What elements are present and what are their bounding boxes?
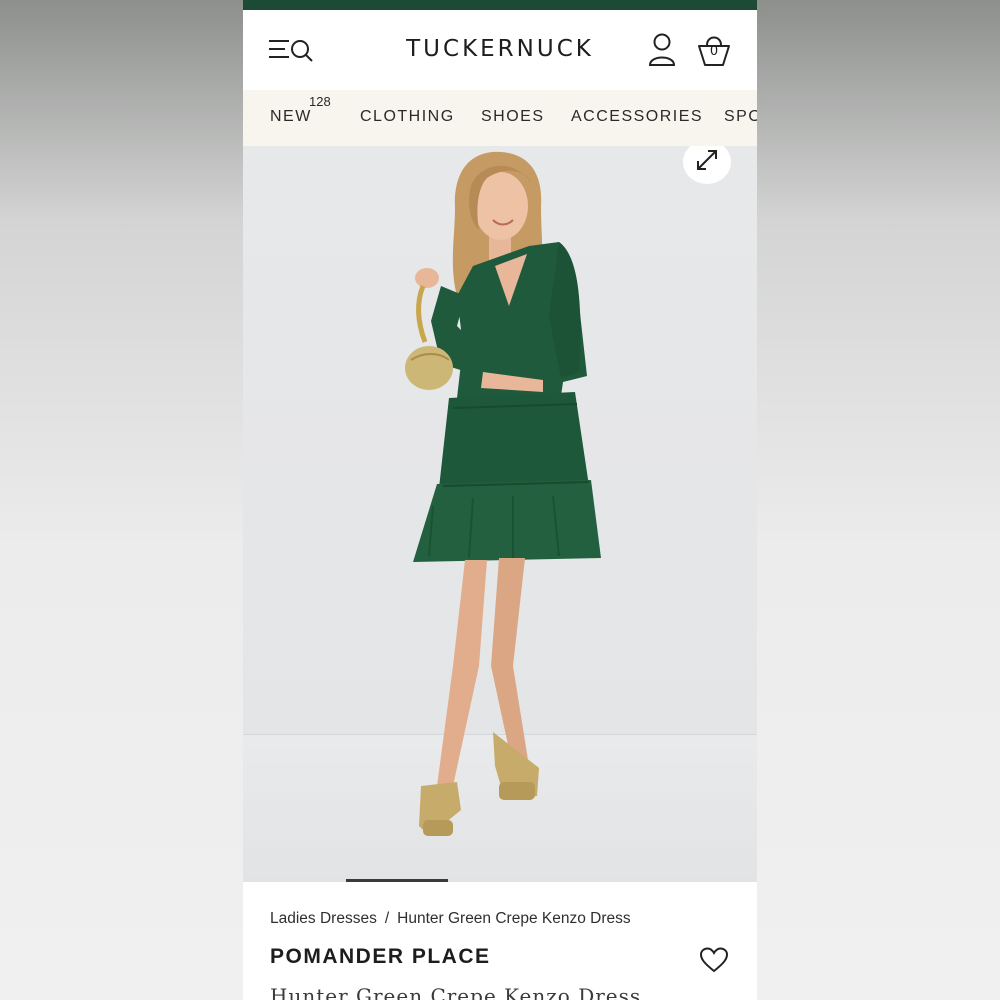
nav-item-accessories[interactable]: ACCESSORIES (571, 108, 703, 126)
product-name: Hunter Green Crepe Kenzo Dress (270, 984, 642, 1000)
accent-strip (243, 0, 757, 10)
heart-icon (699, 947, 729, 973)
carousel-indicator[interactable] (346, 879, 448, 882)
wishlist-button[interactable] (699, 946, 729, 974)
nav-item-sport[interactable]: SPO (724, 108, 757, 126)
category-nav: NEW 128 CLOTHING SHOES ACCESSORIES SPO (243, 90, 757, 146)
shopping-bag-button[interactable]: 0 (696, 32, 732, 68)
expand-image-button[interactable] (683, 146, 731, 184)
nav-item-shoes[interactable]: SHOES (481, 108, 545, 126)
breadcrumb-separator: / (384, 910, 390, 927)
user-icon (648, 33, 676, 66)
site-logo[interactable]: TUCKERNUCK (243, 36, 757, 62)
breadcrumb-current[interactable]: Hunter Green Crepe Kenzo Dress (397, 910, 630, 927)
nav-item-clothing[interactable]: CLOTHING (360, 108, 455, 126)
nav-item-new[interactable]: NEW (270, 108, 312, 126)
account-button[interactable] (647, 32, 677, 68)
carousel-track (243, 879, 757, 882)
expand-icon (697, 150, 717, 170)
nav-badge-new: 128 (309, 94, 331, 109)
breadcrumb: Ladies Dresses / Hunter Green Crepe Kenzo … (270, 910, 631, 928)
product-image[interactable] (243, 146, 757, 882)
mobile-page: TUCKERNUCK 0 NEW 128 CLOTHING SHOES ACCE… (243, 0, 757, 1000)
model-figure (405, 151, 601, 836)
bag-count: 0 (709, 44, 719, 59)
product-brand[interactable]: POMANDER PLACE (270, 945, 491, 969)
site-header: TUCKERNUCK 0 (243, 10, 757, 90)
breadcrumb-ladies-dresses[interactable]: Ladies Dresses (270, 910, 377, 927)
